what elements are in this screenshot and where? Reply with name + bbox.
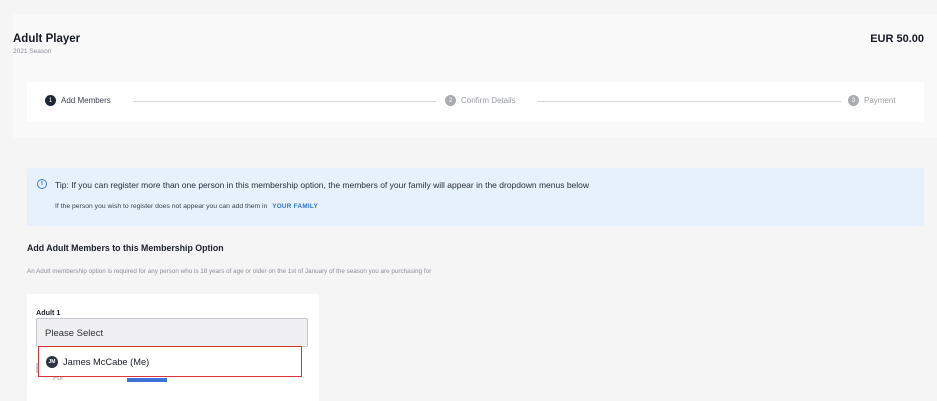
plan-title: Adult Player — [13, 33, 81, 45]
select-placeholder: Please Select — [45, 328, 104, 339]
your-family-link[interactable]: YOUR FAMILY — [272, 203, 318, 210]
plan-price: EUR 50.00 — [870, 33, 924, 45]
step-label: Payment — [864, 96, 896, 105]
dropdown-option-james-mccabe[interactable]: JM James McCabe (Me) — [38, 346, 302, 377]
option-label: James McCabe (Me) — [63, 356, 150, 367]
tip-banner: i Tip: If you can register more than one… — [27, 168, 924, 226]
step-number-2: 2 — [445, 95, 456, 106]
section-description: An Adult membership option is required f… — [27, 268, 432, 275]
step-number-1: 1 — [45, 95, 56, 106]
step-connector — [537, 101, 841, 102]
step-add-members[interactable]: 1 Add Members — [45, 95, 111, 106]
adult-1-label: Adult 1 — [36, 308, 61, 317]
tip-text: Tip: If you can register more than one p… — [55, 180, 590, 190]
tip-subtext-label: If the person you wish to register does … — [55, 203, 268, 210]
avatar: JM — [46, 355, 58, 368]
tip-subtext: If the person you wish to register does … — [55, 203, 318, 210]
step-number-3: 3 — [848, 95, 859, 106]
info-icon: i — [37, 179, 47, 189]
step-connector — [133, 101, 436, 102]
stepper: 1 Add Members 2 Confirm Details 3 Paymen… — [27, 82, 924, 122]
step-label: Confirm Details — [461, 96, 516, 105]
add-member-button[interactable] — [127, 378, 167, 382]
step-confirm-details[interactable]: 2 Confirm Details — [445, 95, 516, 106]
member-select[interactable]: Please Select — [36, 318, 308, 347]
step-label: Add Members — [61, 96, 111, 105]
step-payment[interactable]: 3 Payment — [848, 95, 896, 106]
section-title: Add Adult Members to this Membership Opt… — [27, 243, 224, 253]
plan-season: 2021 Season — [13, 48, 52, 55]
